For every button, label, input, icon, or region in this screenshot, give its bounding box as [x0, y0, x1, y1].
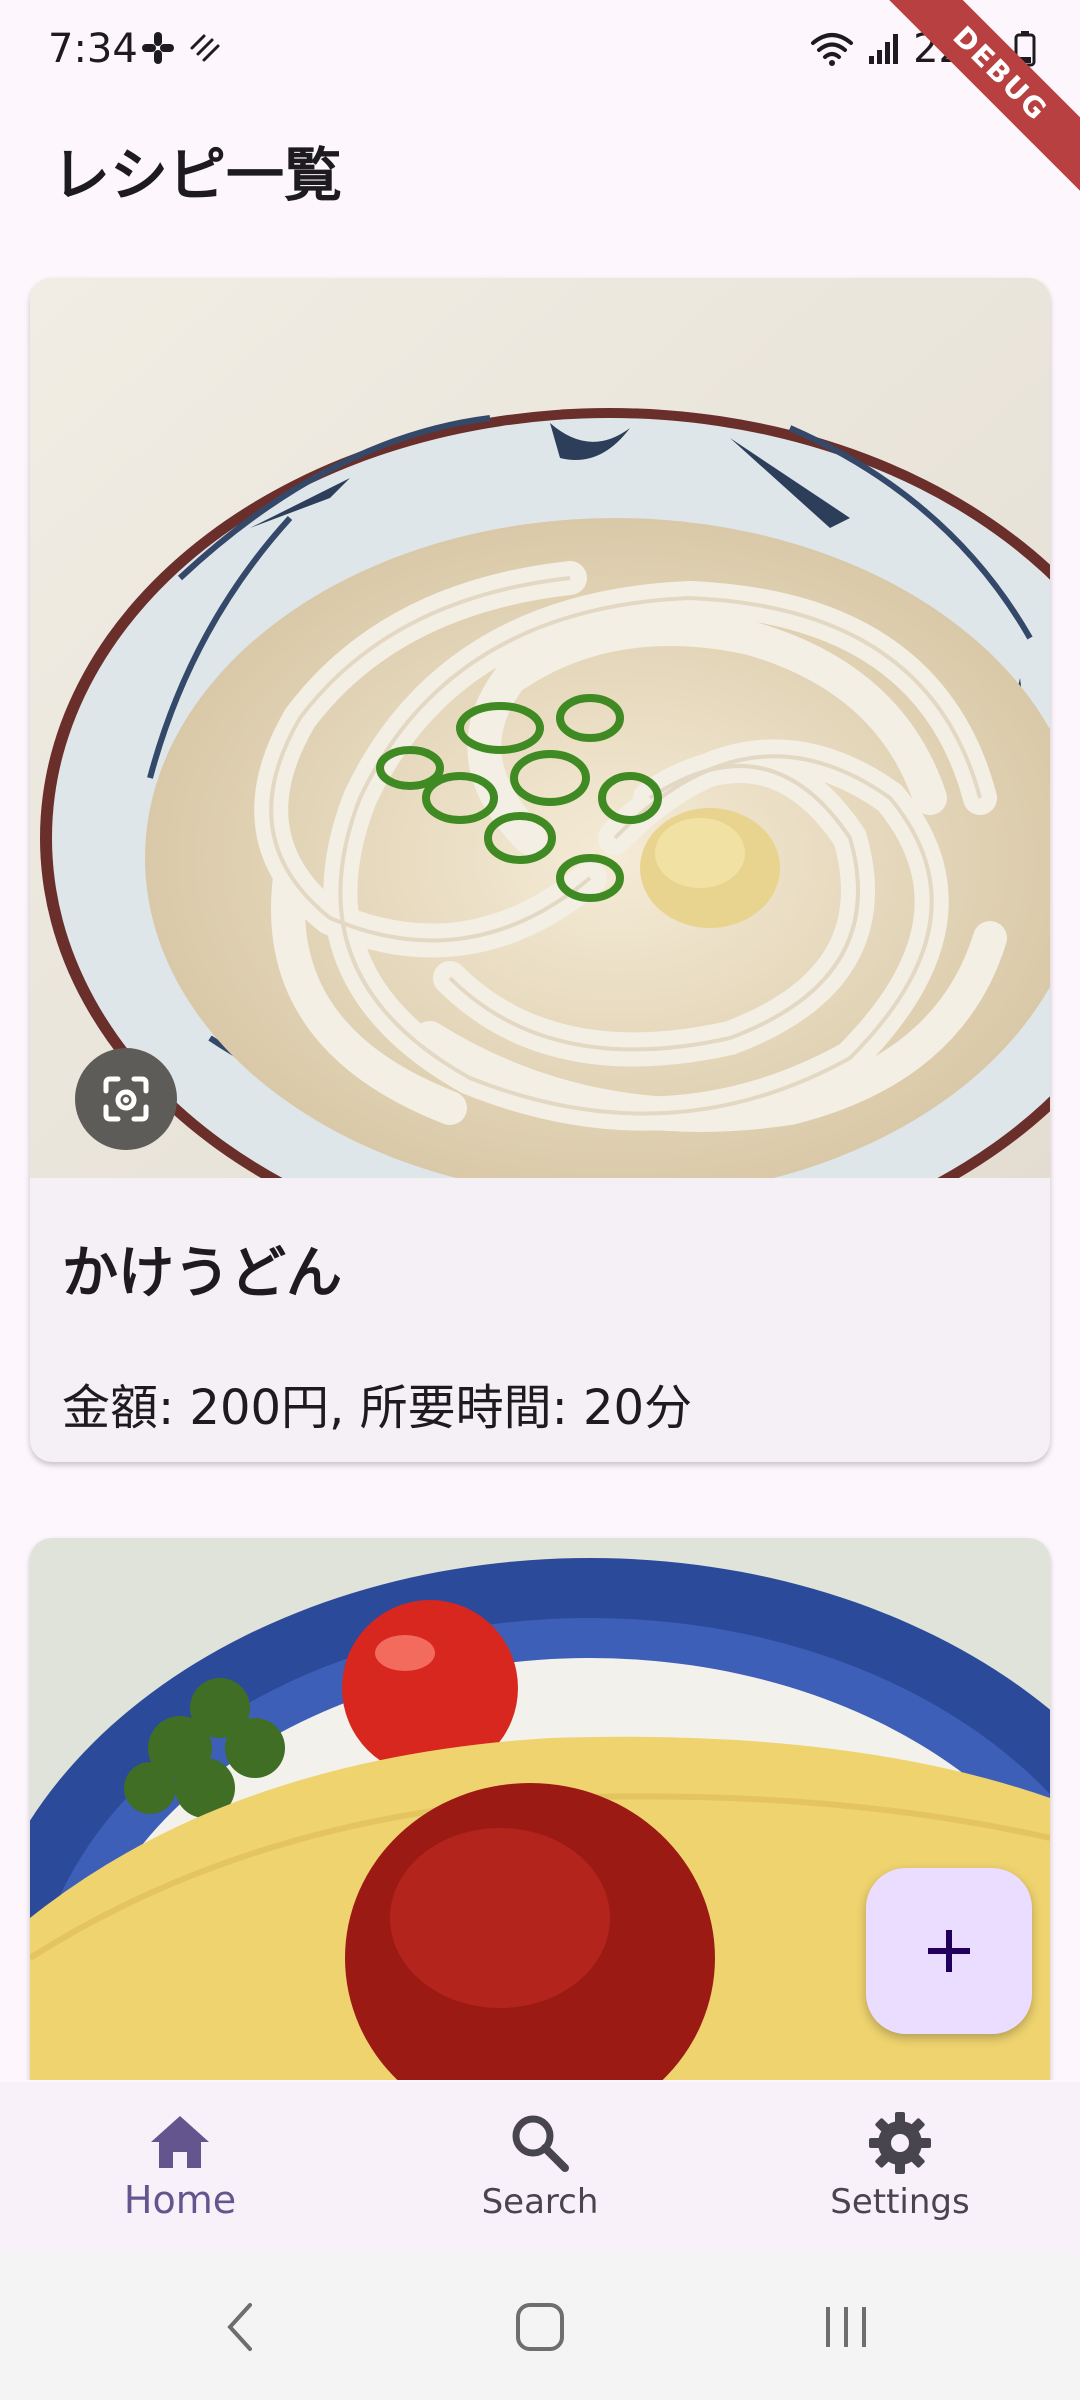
settings-icon — [869, 2112, 931, 2174]
recipe-title: かけうどん — [62, 1241, 342, 1306]
back-chevron-icon — [227, 2303, 252, 2351]
add-recipe-button[interactable] — [866, 1868, 1032, 2034]
nav-item-home[interactable]: Home — [0, 2082, 360, 2254]
lens-camera-icon — [103, 1076, 149, 1122]
udon-photo — [30, 278, 1050, 1178]
system-navigation-bar — [0, 2254, 1080, 2400]
nav-label-search: Search — [481, 2182, 599, 2222]
signal-activity-icon — [190, 34, 220, 62]
search-icon — [512, 2115, 569, 2172]
google-lens-button[interactable] — [75, 1048, 177, 1150]
nav-item-settings[interactable]: Settings — [720, 2082, 1080, 2254]
recent-apps-button[interactable] — [806, 2294, 886, 2360]
bottom-navigation: Home Search Settings — [0, 2082, 1080, 2254]
status-time: 7:34 — [48, 26, 138, 72]
recipe-photo-udon — [30, 278, 1050, 1178]
status-notification-icons — [140, 30, 222, 66]
nav-label-home: Home — [123, 2178, 237, 2222]
nav-item-search[interactable]: Search — [360, 2082, 720, 2254]
page-title: レシピ一覧 — [52, 141, 343, 209]
recipe-list[interactable]: かけうどん 金額: 200円, 所要時間: 20分 — [0, 260, 1080, 2080]
home-square-icon — [516, 2303, 564, 2351]
home-icon — [151, 2116, 209, 2168]
wifi-icon — [811, 33, 854, 66]
recipe-detail: 金額: 200円, 所要時間: 20分 — [62, 1380, 693, 1436]
cell-signal-icon — [869, 34, 899, 64]
home-system-button[interactable] — [500, 2294, 580, 2360]
back-button[interactable] — [200, 2294, 280, 2360]
screen: 7:34 DEBUG レシピ一覧 かけうどん 金額: 200円, 所要時間: 2… — [0, 0, 1080, 2400]
nav-label-settings: Settings — [830, 2182, 970, 2222]
plus-icon — [928, 1930, 970, 1972]
recent-apps-icon — [826, 2307, 866, 2347]
slack-icon — [142, 32, 174, 64]
recipe-card[interactable]: かけうどん 金額: 200円, 所要時間: 20分 — [30, 278, 1050, 1462]
